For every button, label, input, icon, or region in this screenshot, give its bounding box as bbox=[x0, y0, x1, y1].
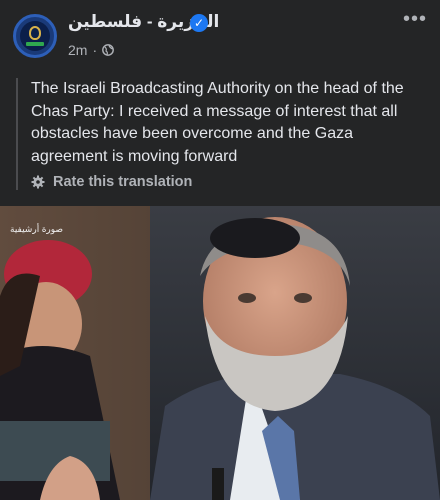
gear-icon bbox=[31, 175, 45, 189]
rate-translation-label: Rate this translation bbox=[53, 174, 193, 190]
page-avatar[interactable] bbox=[13, 14, 57, 58]
photo-scene bbox=[0, 206, 440, 500]
post-translation-text: The Israeli Broadcasting Authority on th… bbox=[31, 80, 404, 165]
rate-translation-button[interactable]: Rate this translation bbox=[31, 174, 424, 190]
archive-photo-watermark: صورة أرشيفية bbox=[10, 224, 64, 234]
translation-block: The Israeli Broadcasting Authority on th… bbox=[16, 78, 424, 190]
post-time[interactable]: 2m bbox=[68, 42, 87, 58]
post-meta: 2m · bbox=[68, 42, 115, 58]
aljazeera-logo bbox=[20, 21, 50, 51]
verified-badge-icon: ✓ bbox=[190, 14, 208, 32]
meta-separator: · bbox=[92, 42, 98, 58]
globe-icon bbox=[102, 44, 115, 56]
logo-mark bbox=[29, 26, 41, 40]
logo-palestine-bar bbox=[26, 42, 44, 46]
post-photo[interactable]: صورة أرشيفية bbox=[0, 206, 440, 500]
more-options-icon[interactable]: ••• bbox=[403, 9, 427, 29]
post-header: الجزيرة - فلسطين ✓ 2m · ••• bbox=[0, 0, 440, 70]
